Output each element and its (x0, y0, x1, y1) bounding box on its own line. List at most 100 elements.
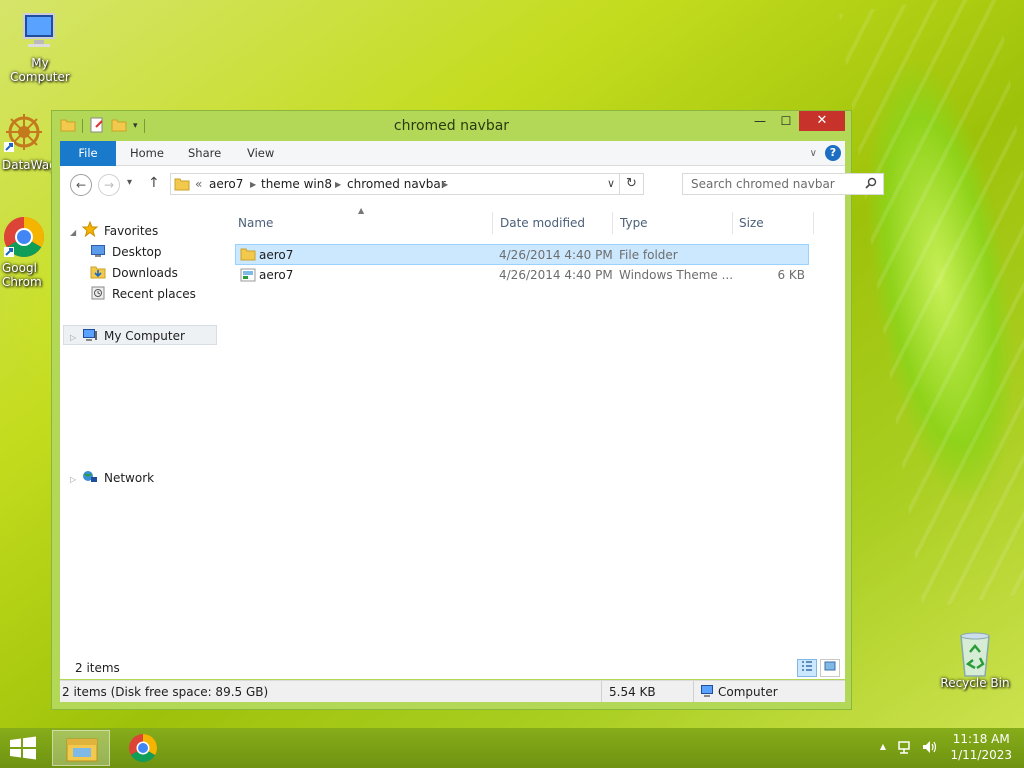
tab-home[interactable]: Home (130, 141, 164, 166)
breadcrumb-overflow[interactable]: « (195, 177, 202, 191)
address-bar[interactable]: « aero7 ▶ theme win8 ▶ chromed navbar ▶ … (170, 173, 620, 195)
chrome-icon (2, 215, 46, 259)
search-box[interactable]: Search chromed navbar (682, 173, 884, 195)
network-icon (82, 470, 98, 484)
column-header-size[interactable]: Size (739, 216, 764, 230)
nav-favorites[interactable]: ◢ Favorites (70, 220, 159, 241)
details-view-icon (802, 661, 812, 671)
back-button[interactable]: ← (70, 174, 92, 196)
taskbar-file-explorer[interactable] (52, 730, 110, 766)
forward-button[interactable]: → (98, 174, 120, 196)
file-type: Windows Theme ... (619, 268, 734, 282)
refresh-button[interactable]: ↻ (620, 173, 644, 195)
up-button[interactable]: ↑ (148, 175, 160, 191)
title-bar[interactable]: ▾ chromed navbar — ☐ ✕ (52, 111, 851, 141)
nav-recent-places[interactable]: Recent places (90, 284, 196, 304)
clock-date: 1/11/2023 (950, 748, 1012, 762)
expand-ribbon-icon[interactable]: ∨ (810, 148, 817, 159)
computer-icon (700, 684, 716, 701)
large-icons-view-icon (824, 661, 836, 671)
column-separator[interactable] (612, 212, 613, 234)
desktop-icon-recycle-bin[interactable]: Recycle Bin (935, 630, 1015, 690)
datawag-icon (2, 112, 46, 156)
desktop-icon-chrome[interactable]: Googl Chrom (0, 215, 46, 289)
explorer-window: ▾ chromed navbar — ☐ ✕ File Home Share V… (51, 110, 884, 710)
system-tray: ▲ (880, 740, 938, 757)
breadcrumb-chromed-navbar[interactable]: chromed navbar (347, 177, 446, 191)
tab-share[interactable]: Share (188, 141, 221, 166)
show-hidden-icons-icon[interactable]: ▲ (880, 740, 886, 757)
column-separator[interactable] (813, 212, 814, 234)
sort-ascending-icon: ▲ (358, 206, 365, 215)
column-header-date-modified[interactable]: Date modified (500, 216, 585, 230)
item-count-row: 2 items (60, 657, 845, 679)
recent-locations-button[interactable]: ▾ (127, 177, 132, 188)
nav-downloads[interactable]: Downloads (90, 263, 178, 283)
nav-desktop[interactable]: Desktop (90, 242, 162, 262)
details-view-button[interactable] (797, 659, 817, 677)
column-header-type[interactable]: Type (620, 216, 648, 230)
status-separator (601, 681, 602, 702)
expand-arrow-icon[interactable]: ◢ (70, 228, 76, 237)
clock[interactable]: 11:18 AM 1/11/2023 (950, 732, 1012, 762)
close-button[interactable]: ✕ (799, 111, 845, 131)
search-icon[interactable] (865, 177, 877, 192)
navigation-pane: ◢ Favorites Desktop Downloads Recent pla… (60, 202, 228, 679)
maximize-button[interactable]: ☐ (773, 111, 799, 131)
column-separator[interactable] (732, 212, 733, 234)
help-icon[interactable]: ? (825, 145, 841, 161)
address-dropdown-icon[interactable]: ∨ (607, 177, 615, 190)
clock-time: 11:18 AM (952, 732, 1010, 746)
desktop-icon-label: My Computer (10, 56, 70, 84)
search-placeholder: Search chromed navbar (691, 177, 835, 191)
breadcrumb-theme-win8[interactable]: theme win8 (261, 177, 332, 191)
breadcrumb-separator[interactable]: ▶ (250, 180, 256, 189)
computer-icon (82, 328, 98, 342)
status-separator (693, 681, 694, 702)
column-header-name[interactable]: Name (238, 216, 273, 230)
nav-favorites-label: Favorites (103, 224, 159, 238)
breadcrumb-aero7[interactable]: aero7 (209, 177, 243, 191)
navigation-bar: ← → ▾ ↑ « aero7 ▶ theme win8 ▶ chromed n… (60, 166, 884, 202)
folder-icon (174, 176, 190, 195)
desktop-icon-my-computer[interactable]: My Computer (0, 10, 80, 84)
network-tray-icon[interactable] (896, 740, 912, 757)
recycle-bin-icon (953, 630, 997, 677)
nav-desktop-label: Desktop (112, 245, 162, 259)
ribbon-tabs: File Home Share View ∨ ? (60, 141, 845, 166)
folder-icon (240, 247, 256, 264)
volume-icon[interactable] (922, 740, 938, 757)
desktop-icon-label: Recycle Bin (940, 676, 1010, 690)
window-title: chromed navbar (393, 118, 510, 134)
file-date: 4/26/2014 4:40 PM (499, 268, 613, 282)
desktop-icon (90, 244, 106, 258)
monitor-icon (18, 10, 62, 54)
nav-network[interactable]: ▷ Network (70, 468, 154, 488)
taskbar-chrome[interactable] (114, 730, 172, 766)
content-area: ◢ Favorites Desktop Downloads Recent pla… (60, 202, 845, 679)
tab-file[interactable]: File (60, 141, 116, 166)
file-size: 6 KB (777, 268, 805, 282)
breadcrumb-separator[interactable]: ▶ (335, 180, 341, 189)
recent-places-icon (90, 286, 106, 300)
nav-my-computer-label: My Computer (103, 329, 185, 343)
expand-arrow-icon[interactable]: ▷ (70, 333, 76, 342)
expand-arrow-icon[interactable]: ▷ (70, 475, 76, 484)
column-separator[interactable] (492, 212, 493, 234)
large-icons-view-button[interactable] (820, 659, 840, 677)
minimize-button[interactable]: — (747, 111, 773, 131)
status-size: 5.54 KB (609, 685, 656, 699)
file-date: 4/26/2014 4:40 PM (499, 248, 613, 262)
file-row[interactable]: aero7 4/26/2014 4:40 PM File folder (235, 244, 809, 265)
nav-network-label: Network (103, 471, 155, 485)
windows-logo-icon (10, 736, 36, 760)
breadcrumb-separator[interactable]: ▶ (442, 180, 448, 189)
tab-view[interactable]: View (247, 141, 274, 166)
nav-my-computer[interactable]: ▷ My Computer (63, 325, 217, 345)
start-button[interactable] (8, 736, 38, 760)
file-explorer-icon (66, 738, 98, 762)
downloads-folder-icon (90, 265, 106, 279)
file-row[interactable]: aero7 4/26/2014 4:40 PM Windows Theme ..… (235, 265, 809, 286)
chrome-icon (129, 734, 157, 762)
file-list: ▲ Name Date modified Type Size aero7 4/2… (230, 202, 845, 679)
